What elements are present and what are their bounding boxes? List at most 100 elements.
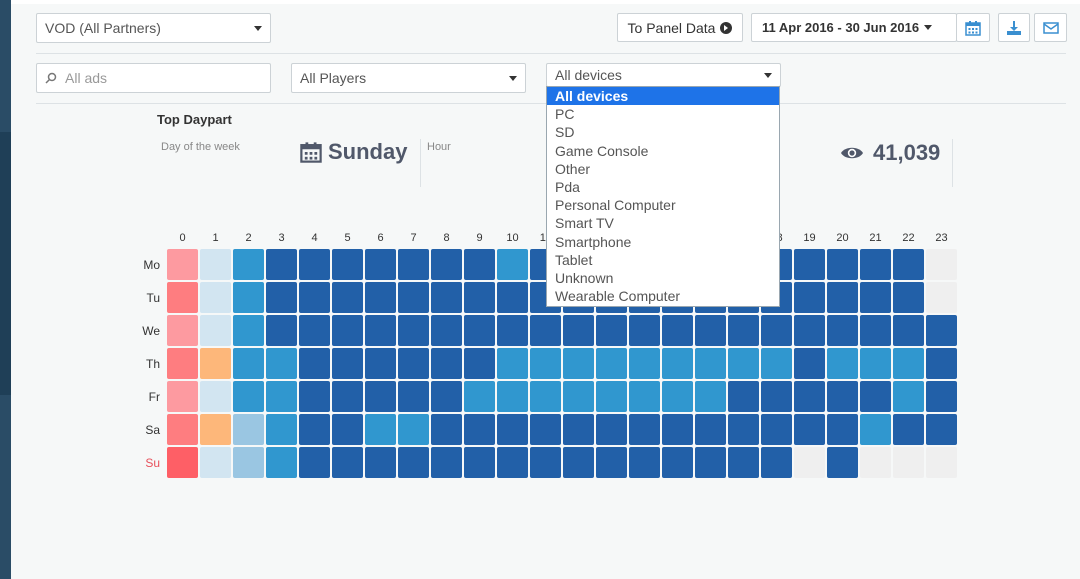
ads-search-input[interactable]: All ads bbox=[36, 63, 271, 93]
heatmap-cell[interactable] bbox=[926, 315, 957, 346]
heatmap-cell[interactable] bbox=[431, 447, 462, 478]
heatmap-cell[interactable] bbox=[233, 381, 264, 412]
heatmap-cell[interactable] bbox=[233, 315, 264, 346]
heatmap-cell[interactable] bbox=[596, 315, 627, 346]
heatmap-cell[interactable] bbox=[299, 381, 330, 412]
heatmap-cell[interactable] bbox=[266, 414, 297, 445]
heatmap-cell[interactable] bbox=[365, 414, 396, 445]
heatmap-cell[interactable] bbox=[695, 447, 726, 478]
heatmap-cell[interactable] bbox=[662, 315, 693, 346]
heatmap-cell[interactable] bbox=[332, 282, 363, 313]
heatmap-cell[interactable] bbox=[365, 381, 396, 412]
heatmap-cell[interactable] bbox=[530, 414, 561, 445]
heatmap-cell[interactable] bbox=[431, 249, 462, 280]
heatmap-cell[interactable] bbox=[530, 315, 561, 346]
heatmap-cell[interactable] bbox=[761, 414, 792, 445]
heatmap-cell[interactable] bbox=[398, 348, 429, 379]
heatmap-cell[interactable] bbox=[794, 282, 825, 313]
heatmap-cell[interactable] bbox=[530, 447, 561, 478]
heatmap-cell[interactable] bbox=[332, 447, 363, 478]
heatmap-cell[interactable] bbox=[299, 414, 330, 445]
heatmap-cell[interactable] bbox=[167, 315, 198, 346]
heatmap-cell[interactable] bbox=[332, 414, 363, 445]
heatmap-cell[interactable] bbox=[497, 249, 528, 280]
heatmap-cell[interactable] bbox=[827, 381, 858, 412]
heatmap-cell[interactable] bbox=[794, 414, 825, 445]
heatmap-cell[interactable] bbox=[266, 249, 297, 280]
heatmap-cell[interactable] bbox=[596, 414, 627, 445]
heatmap-cell[interactable] bbox=[365, 249, 396, 280]
panel-data-button[interactable]: To Panel Data bbox=[617, 13, 743, 42]
heatmap-cell[interactable] bbox=[431, 282, 462, 313]
heatmap-cell[interactable] bbox=[431, 315, 462, 346]
heatmap-cell[interactable] bbox=[464, 381, 495, 412]
heatmap-cell[interactable] bbox=[200, 282, 231, 313]
heatmap-cell[interactable] bbox=[398, 315, 429, 346]
heatmap-cell[interactable] bbox=[662, 447, 693, 478]
heatmap-cell[interactable] bbox=[761, 315, 792, 346]
heatmap-cell[interactable] bbox=[893, 414, 924, 445]
heatmap-cell[interactable] bbox=[860, 249, 891, 280]
device-option[interactable]: Tablet bbox=[547, 251, 779, 269]
heatmap-cell[interactable] bbox=[497, 447, 528, 478]
heatmap-cell[interactable] bbox=[563, 348, 594, 379]
heatmap-cell[interactable] bbox=[167, 381, 198, 412]
heatmap-cell[interactable] bbox=[827, 282, 858, 313]
heatmap-cell[interactable] bbox=[794, 447, 825, 478]
heatmap-cell[interactable] bbox=[299, 447, 330, 478]
heatmap-cell[interactable] bbox=[398, 447, 429, 478]
heatmap-cell[interactable] bbox=[464, 315, 495, 346]
heatmap-cell[interactable] bbox=[629, 414, 660, 445]
heatmap-cell[interactable] bbox=[365, 447, 396, 478]
heatmap-cell[interactable] bbox=[926, 414, 957, 445]
heatmap-cell[interactable] bbox=[860, 414, 891, 445]
heatmap-cell[interactable] bbox=[827, 348, 858, 379]
device-option[interactable]: Personal Computer bbox=[547, 196, 779, 214]
heatmap-cell[interactable] bbox=[563, 414, 594, 445]
heatmap-cell[interactable] bbox=[695, 381, 726, 412]
heatmap-cell[interactable] bbox=[167, 414, 198, 445]
device-option[interactable]: PC bbox=[547, 105, 779, 123]
heatmap-cell[interactable] bbox=[926, 381, 957, 412]
heatmap-cell[interactable] bbox=[233, 348, 264, 379]
heatmap-cell[interactable] bbox=[299, 249, 330, 280]
heatmap-cell[interactable] bbox=[728, 447, 759, 478]
heatmap-cell[interactable] bbox=[728, 414, 759, 445]
heatmap-cell[interactable] bbox=[695, 348, 726, 379]
heatmap-cell[interactable] bbox=[893, 315, 924, 346]
heatmap-cell[interactable] bbox=[233, 282, 264, 313]
heatmap-cell[interactable] bbox=[662, 348, 693, 379]
heatmap-cell[interactable] bbox=[266, 447, 297, 478]
heatmap-cell[interactable] bbox=[398, 414, 429, 445]
heatmap-cell[interactable] bbox=[827, 315, 858, 346]
device-option[interactable]: Pda bbox=[547, 178, 779, 196]
heatmap-cell[interactable] bbox=[827, 447, 858, 478]
heatmap-cell[interactable] bbox=[167, 348, 198, 379]
heatmap-cell[interactable] bbox=[497, 348, 528, 379]
heatmap-cell[interactable] bbox=[893, 348, 924, 379]
heatmap-cell[interactable] bbox=[629, 447, 660, 478]
device-option[interactable]: Game Console bbox=[547, 142, 779, 160]
heatmap-cell[interactable] bbox=[629, 315, 660, 346]
heatmap-cell[interactable] bbox=[728, 381, 759, 412]
heatmap-cell[interactable] bbox=[827, 249, 858, 280]
heatmap-cell[interactable] bbox=[233, 249, 264, 280]
heatmap-cell[interactable] bbox=[794, 315, 825, 346]
heatmap-cell[interactable] bbox=[662, 414, 693, 445]
heatmap-cell[interactable] bbox=[233, 414, 264, 445]
device-option[interactable]: Smartphone bbox=[547, 233, 779, 251]
heatmap-cell[interactable] bbox=[926, 282, 957, 313]
heatmap-cell[interactable] bbox=[365, 282, 396, 313]
heatmap-cell[interactable] bbox=[893, 282, 924, 313]
heatmap-cell[interactable] bbox=[464, 447, 495, 478]
heatmap-cell[interactable] bbox=[167, 447, 198, 478]
heatmap-cell[interactable] bbox=[299, 348, 330, 379]
heatmap-cell[interactable] bbox=[563, 381, 594, 412]
heatmap-cell[interactable] bbox=[431, 381, 462, 412]
heatmap-cell[interactable] bbox=[266, 381, 297, 412]
heatmap-cell[interactable] bbox=[860, 282, 891, 313]
heatmap-cell[interactable] bbox=[464, 249, 495, 280]
heatmap-cell[interactable] bbox=[728, 315, 759, 346]
heatmap-cell[interactable] bbox=[893, 447, 924, 478]
heatmap-cell[interactable] bbox=[794, 348, 825, 379]
